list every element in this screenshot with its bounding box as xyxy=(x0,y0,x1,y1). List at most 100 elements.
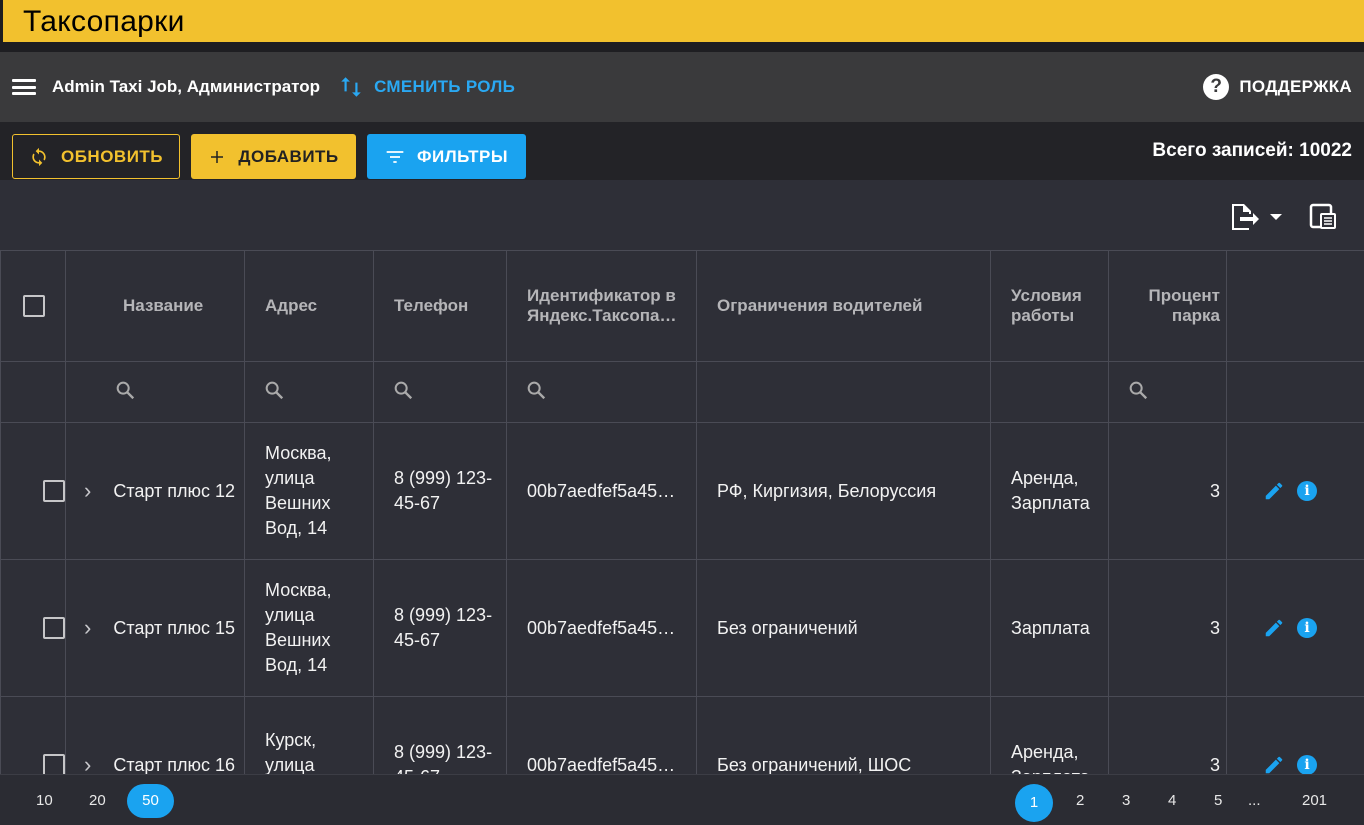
search-icon xyxy=(116,381,135,399)
actions-cell: i xyxy=(1226,696,1364,774)
select-all-checkbox[interactable] xyxy=(23,295,45,317)
percent-cell: 3 xyxy=(1108,696,1227,774)
app-title-bar: Таксопарки xyxy=(0,0,1364,42)
select-all-cell xyxy=(0,250,66,362)
row-select-cell xyxy=(0,559,66,697)
park-name: Старт плюс 16 xyxy=(113,754,236,775)
phone-cell: 8 (999) 123-45-67 xyxy=(373,696,507,774)
search-cell-conditions xyxy=(990,361,1109,423)
export-icon[interactable] xyxy=(1228,202,1286,232)
row-checkbox[interactable] xyxy=(43,480,65,502)
name-cell: › Старт плюс 16 xyxy=(65,696,245,775)
yandex-id-cell: 00b7aedfef5a45… xyxy=(506,696,697,774)
column-chooser-icon[interactable] xyxy=(1308,202,1338,232)
column-header-driver-restrictions[interactable]: Ограничения водителей xyxy=(696,250,991,362)
conditions-cell: Зарплата xyxy=(990,559,1109,697)
expand-chevron-icon[interactable]: › xyxy=(84,697,113,775)
filters-label: ФИЛЬТРЫ xyxy=(416,146,509,166)
page-last[interactable]: 201 xyxy=(1302,792,1327,809)
page-ellipsis: ... xyxy=(1248,792,1261,809)
search-cell-name[interactable] xyxy=(65,361,245,423)
page-2[interactable]: 2 xyxy=(1076,792,1084,809)
column-header-work-conditions[interactable]: Условия работы xyxy=(990,250,1109,362)
expand-chevron-icon[interactable]: › xyxy=(84,560,113,696)
pagination-bar: 10 20 50 1 2 3 4 5 ... 201 xyxy=(0,774,1364,825)
column-header-park-percent[interactable]: Процент парка xyxy=(1108,250,1227,362)
edit-pencil-icon[interactable] xyxy=(1263,754,1285,774)
percent-cell: 3 xyxy=(1108,422,1227,560)
data-grid-panel: Название Адрес Телефон Идентификатор в Я… xyxy=(0,180,1364,774)
grid-tools xyxy=(0,180,1364,250)
add-button[interactable]: ДОБАВИТЬ xyxy=(191,134,356,179)
info-icon[interactable]: i xyxy=(1297,755,1317,774)
add-label: ДОБАВИТЬ xyxy=(238,146,339,166)
yandex-id-cell: 00b7aedfef5a45… xyxy=(506,422,697,560)
conditions-cell: Аренда, Зарплата xyxy=(990,696,1109,774)
column-header-address[interactable]: Адрес xyxy=(244,250,374,362)
info-icon[interactable]: i xyxy=(1297,618,1317,638)
park-name: Старт плюс 15 xyxy=(113,617,236,638)
refresh-button[interactable]: ОБНОВИТЬ xyxy=(12,134,180,179)
page-size-50[interactable]: 50 xyxy=(127,784,174,818)
yandex-id-cell: 00b7aedfef5a45… xyxy=(506,559,697,697)
row-checkbox[interactable] xyxy=(43,754,65,774)
name-cell: › Старт плюс 15 xyxy=(65,559,245,697)
search-cell-phone[interactable] xyxy=(373,361,507,423)
column-header-yandex-id[interactable]: Идентификатор в Яндекс.Таксопа… xyxy=(506,250,697,362)
search-cell-percent[interactable] xyxy=(1108,361,1227,423)
filter-icon xyxy=(386,150,404,163)
actions-cell: i xyxy=(1226,559,1364,697)
separator xyxy=(0,42,1364,52)
row-select-cell xyxy=(0,696,66,774)
column-header-name[interactable]: Название xyxy=(65,250,245,362)
row-select-cell xyxy=(0,422,66,560)
table-row[interactable]: ›Старт плюс 16 Курск, улица Радищева 8 (… xyxy=(0,696,1364,775)
row-checkbox[interactable] xyxy=(43,617,65,639)
search-cell-yandex-id[interactable] xyxy=(506,361,697,423)
phone-cell: 8 (999) 123-45-67 xyxy=(373,422,507,560)
address-cell: Курск, улица Радищева xyxy=(244,696,374,774)
table-row[interactable]: › Старт плюс 15 Москва, улица Вешних Вод,… xyxy=(0,559,1364,697)
address-cell: Москва, улица Вешних Вод, 14 xyxy=(244,422,374,560)
hamburger-menu-icon[interactable] xyxy=(12,79,36,95)
search-cell-address[interactable] xyxy=(244,361,374,423)
percent-cell: 3 xyxy=(1108,559,1227,697)
taxi-parks-table: Название Адрес Телефон Идентификатор в Я… xyxy=(0,250,1364,774)
switch-role-button[interactable]: СМЕНИТЬ РОЛЬ xyxy=(338,74,515,100)
actions-cell: i xyxy=(1226,422,1364,560)
page-title: Таксопарки xyxy=(23,5,185,38)
restrictions-cell: РФ, Киргизия, Белоруссия xyxy=(696,422,991,560)
total-records-count: Всего записей: 10022 xyxy=(1152,140,1352,161)
edit-pencil-icon[interactable] xyxy=(1263,617,1285,639)
restrictions-cell: Без ограничений xyxy=(696,559,991,697)
name-cell: › Старт плюс 12 xyxy=(65,422,245,560)
conditions-cell: Аренда, Зарплата xyxy=(990,422,1109,560)
search-icon xyxy=(1129,381,1148,399)
column-header-phone[interactable]: Телефон xyxy=(373,250,507,362)
page-size-20[interactable]: 20 xyxy=(89,792,106,809)
help-circle-icon: ? xyxy=(1203,74,1230,100)
edit-pencil-icon[interactable] xyxy=(1263,480,1285,502)
page-4[interactable]: 4 xyxy=(1168,792,1176,809)
info-icon[interactable]: i xyxy=(1297,481,1317,501)
search-icon xyxy=(394,381,413,399)
page-1[interactable]: 1 xyxy=(1015,784,1053,822)
refresh-icon xyxy=(32,147,46,166)
expand-chevron-icon[interactable]: › xyxy=(84,423,113,559)
page-size-10[interactable]: 10 xyxy=(36,792,53,809)
page-3[interactable]: 3 xyxy=(1122,792,1130,809)
top-navigation-bar: Admin Taxi Job, Администратор СМЕНИТЬ РО… xyxy=(0,52,1364,122)
park-name: Старт плюс 12 xyxy=(113,480,236,501)
switch-role-label: СМЕНИТЬ РОЛЬ xyxy=(374,77,516,96)
search-cell-empty xyxy=(0,361,66,423)
current-user-label: Admin Taxi Job, Администратор xyxy=(52,77,321,96)
table-row[interactable]: › Старт плюс 12 Москва, улица Вешних Вод,… xyxy=(0,422,1364,560)
support-button[interactable]: ? ПОДДЕРЖКА xyxy=(1203,74,1352,100)
page-5[interactable]: 5 xyxy=(1214,792,1222,809)
restrictions-cell: Без ограничений, ШОС xyxy=(696,696,991,774)
swap-vertical-icon xyxy=(341,77,361,97)
search-cell-actions xyxy=(1226,361,1364,423)
filters-button[interactable]: ФИЛЬТРЫ xyxy=(367,134,526,179)
search-icon xyxy=(527,381,546,399)
plus-icon xyxy=(211,150,224,163)
